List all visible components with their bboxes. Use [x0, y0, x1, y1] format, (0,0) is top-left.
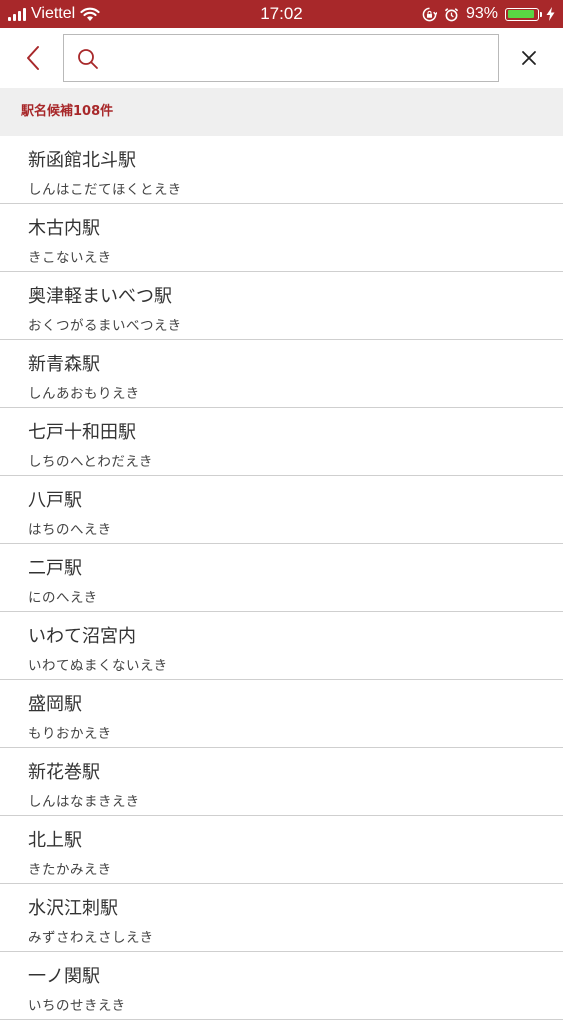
- status-bar-right: 93%: [422, 0, 555, 28]
- back-button[interactable]: [18, 42, 48, 74]
- search-icon: [78, 49, 98, 69]
- station-row[interactable]: 新函館北斗駅しんはこだてほくとえき: [0, 136, 563, 204]
- station-kana: にのへえき: [28, 590, 98, 606]
- station-row[interactable]: 新青森駅しんあおもりえき: [0, 340, 563, 408]
- station-name: 新花巻駅: [28, 762, 100, 783]
- station-row[interactable]: 七戸十和田駅しちのへとわだえき: [0, 408, 563, 476]
- station-name: 新函館北斗駅: [28, 150, 136, 171]
- status-bar: Viettel 17:02 93%: [0, 0, 563, 28]
- station-row[interactable]: 一ノ関駅いちのせきえき: [0, 952, 563, 1020]
- alarm-icon: [444, 7, 459, 21]
- station-kana: しちのへとわだえき: [28, 454, 153, 470]
- station-name: 盛岡駅: [28, 694, 82, 715]
- results-count-header: 駅名候補108件: [0, 88, 563, 136]
- station-name: いわて沼宮内: [28, 626, 136, 647]
- station-list: 新函館北斗駅しんはこだてほくとえき 木古内駅きこないえき 奥津軽まいべつ駅おくつ…: [0, 136, 563, 1020]
- station-row[interactable]: 新花巻駅しんはなまきえき: [0, 748, 563, 816]
- station-row[interactable]: いわて沼宮内いわてぬまくないえき: [0, 612, 563, 680]
- station-name: 一ノ関駅: [28, 966, 100, 987]
- station-name: 七戸十和田駅: [28, 422, 136, 443]
- station-kana: しんあおもりえき: [28, 386, 140, 402]
- station-kana: きたかみえき: [28, 862, 112, 878]
- charging-icon: [546, 7, 555, 21]
- station-name: 奥津軽まいべつ駅: [28, 286, 172, 307]
- search-input[interactable]: [108, 35, 492, 83]
- station-name: 八戸駅: [28, 490, 82, 511]
- station-name: 北上駅: [28, 830, 82, 851]
- station-kana: しんはなまきえき: [28, 794, 140, 810]
- station-kana: いわてぬまくないえき: [28, 658, 168, 674]
- chevron-left-icon: [27, 46, 39, 70]
- search-box[interactable]: [63, 34, 499, 83]
- station-kana: もりおかえき: [28, 726, 112, 742]
- station-name: 二戸駅: [28, 558, 82, 579]
- station-row[interactable]: 北上駅 きたかみえき: [0, 816, 563, 884]
- station-row[interactable]: 木古内駅きこないえき: [0, 204, 563, 272]
- results-count-label: 駅名候補108件: [21, 104, 114, 119]
- station-kana: みずさわえさしえき: [28, 930, 154, 946]
- station-row[interactable]: 奥津軽まいべつ駅おくつがるまいべつえき: [0, 272, 563, 340]
- clear-button[interactable]: [514, 42, 544, 74]
- station-kana: いちのせきえき: [28, 998, 126, 1014]
- station-kana: おくつがるまいべつえき: [28, 318, 182, 334]
- battery-percent: 93%: [465, 5, 498, 22]
- battery-icon: [505, 7, 542, 21]
- station-kana: はちのへえき: [28, 522, 112, 538]
- station-kana: きこないえき: [28, 250, 112, 266]
- station-name: 新青森駅: [28, 354, 100, 375]
- station-row[interactable]: 二戸駅 にのへえき: [0, 544, 563, 612]
- station-row[interactable]: 八戸駅 はちのへえき: [0, 476, 563, 544]
- station-name: 木古内駅: [28, 218, 100, 239]
- station-row[interactable]: 盛岡駅 もりおかえき: [0, 680, 563, 748]
- station-row[interactable]: 水沢江刺駅みずさわえさしえき: [0, 884, 563, 952]
- close-icon: [522, 51, 536, 65]
- station-kana: しんはこだてほくとえき: [28, 182, 182, 198]
- search-bar: [0, 28, 563, 88]
- station-name: 水沢江刺駅: [28, 898, 118, 919]
- battery-level: [507, 10, 535, 18]
- rotation-lock-icon: [422, 7, 437, 21]
